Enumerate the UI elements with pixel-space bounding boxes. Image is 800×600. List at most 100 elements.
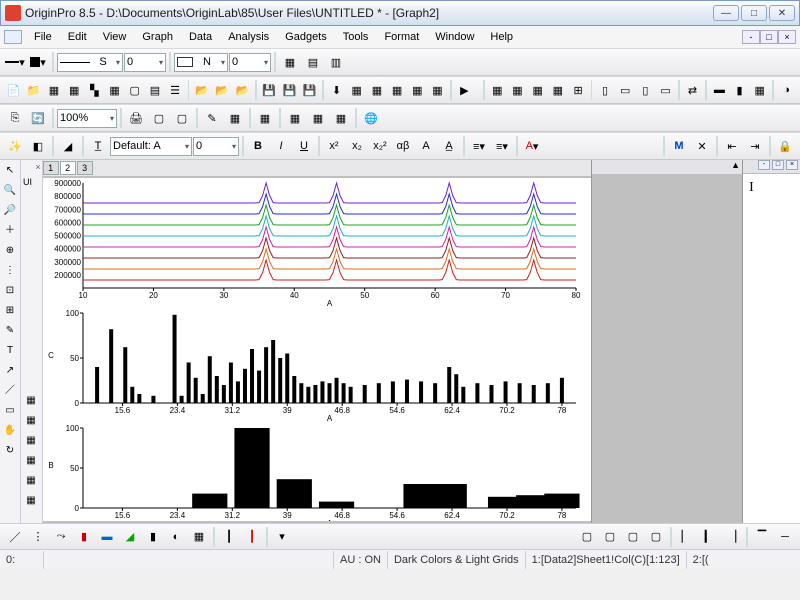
zoom-out-tool-icon[interactable]: 🔎 (1, 202, 19, 220)
theme-icon[interactable]: ✨ (4, 135, 26, 157)
pointer-tool-icon[interactable]: ↖ (1, 162, 19, 180)
refresh-icon[interactable]: 🔄 (27, 107, 49, 129)
stock2-icon[interactable]: ┃ (241, 526, 263, 548)
new-function-icon[interactable]: ☰ (166, 79, 185, 101)
antialias-icon[interactable]: ◢ (57, 135, 79, 157)
mask-icon[interactable]: M (668, 135, 690, 157)
align-right2-icon[interactable]: ▕ (721, 526, 743, 548)
add-right-icon[interactable]: ▮ (730, 79, 749, 101)
new-project-icon[interactable]: 📄 (4, 79, 23, 101)
underline-icon[interactable]: U (293, 135, 315, 157)
import-wizard-icon[interactable]: ⬇ (327, 79, 346, 101)
new-graph-icon[interactable]: ▚ (85, 79, 104, 101)
template5-icon[interactable]: ▦ (22, 472, 40, 490)
rect-tool-icon[interactable]: ▭ (1, 402, 19, 420)
menu-file[interactable]: File (26, 29, 60, 45)
pie-plot-icon[interactable]: ◐ (165, 526, 187, 548)
layer-tab-3[interactable]: 3 (77, 161, 93, 175)
3d-plot-icon[interactable]: ▦ (188, 526, 210, 548)
line-width-select[interactable]: 0▾ (124, 53, 166, 72)
fill-color-button[interactable]: ▾ (27, 51, 49, 73)
fill-pattern-select[interactable]: N▾ (174, 53, 228, 72)
mdi-close-button[interactable]: × (778, 30, 796, 44)
align-t-icon[interactable]: ▔ (751, 526, 773, 548)
template6-icon[interactable]: ▦ (22, 492, 40, 510)
data-selector-icon[interactable]: ⋮ (1, 262, 19, 280)
import-single-icon[interactable]: ▦ (347, 79, 366, 101)
border-width-select[interactable]: 0▾ (229, 53, 271, 72)
obj-ungroup-icon[interactable]: ▢ (645, 526, 667, 548)
reimport-icon[interactable]: ▦ (408, 79, 427, 101)
open-template-icon[interactable]: 📂 (213, 79, 232, 101)
obj-front-icon[interactable]: ▢ (576, 526, 598, 548)
add-layer2-icon[interactable]: ▦ (528, 79, 547, 101)
align-m-icon[interactable]: ─ (774, 526, 796, 548)
commandwin-icon[interactable]: ▦ (330, 107, 352, 129)
menu-format[interactable]: Format (376, 29, 427, 45)
swap-icon[interactable]: ⇄ (683, 79, 702, 101)
lock-icon[interactable]: 🔒 (774, 135, 796, 157)
bar-plot-icon[interactable]: ▬ (96, 526, 118, 548)
bold-icon[interactable]: B (247, 135, 269, 157)
layer-tab-1[interactable]: 1 (43, 161, 59, 175)
slideshow-icon[interactable]: ▢ (148, 107, 170, 129)
menu-data[interactable]: Data (181, 29, 220, 45)
layer-manager-icon[interactable]: ◑ (777, 79, 796, 101)
scroll-up-icon[interactable]: ▲ (592, 160, 742, 174)
digitize-icon[interactable]: ▦ (428, 79, 447, 101)
notes-max-icon[interactable]: □ (772, 160, 784, 170)
code-builder-icon[interactable]: ▦ (224, 107, 246, 129)
menu-gadgets[interactable]: Gadgets (277, 29, 335, 45)
line-color-button[interactable]: ▾ (4, 51, 26, 73)
line-tool-icon[interactable]: ／ (1, 382, 19, 400)
menu-view[interactable]: View (95, 29, 135, 45)
close-button[interactable]: ✕ (769, 5, 795, 21)
save-window-icon[interactable]: 💾 (300, 79, 319, 101)
template2-icon[interactable]: ▦ (22, 412, 40, 430)
align-top-icon[interactable]: ≡▾ (491, 135, 513, 157)
region-data-icon[interactable]: ⊞ (1, 302, 19, 320)
obj-back-icon[interactable]: ▢ (599, 526, 621, 548)
add-layer1-icon[interactable]: ▦ (508, 79, 527, 101)
template3-icon[interactable]: ▦ (22, 432, 40, 450)
save-template-icon[interactable]: 💾 (280, 79, 299, 101)
menu-graph[interactable]: Graph (134, 29, 181, 45)
mdi-restore-button[interactable]: □ (760, 30, 778, 44)
new-workbook-icon[interactable]: ▦ (44, 79, 63, 101)
font-dec-icon[interactable]: A̲ (438, 135, 460, 157)
save-icon[interactable]: 💾 (260, 79, 279, 101)
area-plot-icon[interactable]: ◢ (119, 526, 141, 548)
menu-help[interactable]: Help (482, 29, 521, 45)
layer-tab-2[interactable]: 2 (60, 161, 76, 175)
screen-reader-icon[interactable]: ＋ (1, 222, 19, 240)
text-tool-icon[interactable]: T̲ (87, 135, 109, 157)
results-log-icon[interactable]: ▦ (284, 107, 306, 129)
system-menu-icon[interactable] (4, 30, 22, 44)
layer-align3-icon[interactable]: ▯ (636, 79, 655, 101)
new-layout-icon[interactable]: ▢ (125, 79, 144, 101)
slideshow2-icon[interactable]: ▢ (171, 107, 193, 129)
labtalk-icon[interactable]: ▦ (254, 107, 276, 129)
superscript-icon[interactable]: x² (323, 135, 345, 157)
subscript-icon[interactable]: x₂ (346, 135, 368, 157)
greek-icon[interactable]: αβ (392, 135, 414, 157)
new-matrix-icon[interactable]: ▦ (105, 79, 124, 101)
layer-align2-icon[interactable]: ▭ (616, 79, 635, 101)
3d-icon[interactable]: ◧ (27, 135, 49, 157)
notes-close-icon[interactable]: × (786, 160, 798, 170)
layer-align1-icon[interactable]: ▯ (595, 79, 614, 101)
template-menu-icon[interactable]: ▾ (271, 526, 293, 548)
zoom-select[interactable]: 100%▾ (57, 109, 117, 128)
script-icon[interactable]: ✎ (201, 107, 223, 129)
template1-icon[interactable]: ▦ (22, 392, 40, 410)
move-left-icon[interactable]: ⇤ (721, 135, 743, 157)
line-plot-icon[interactable]: ／ (4, 526, 26, 548)
stock1-icon[interactable]: ┃ (218, 526, 240, 548)
linescatter-icon[interactable]: ⤳ (50, 526, 72, 548)
add-inset-icon[interactable]: ▦ (750, 79, 769, 101)
align-left2-icon[interactable]: ▏ (675, 526, 697, 548)
move-right-icon[interactable]: ⇥ (744, 135, 766, 157)
duplicate-icon[interactable]: ⎘ (4, 107, 26, 129)
add-top-icon[interactable]: ▬ (710, 79, 729, 101)
arrow-tool-icon[interactable]: ↗ (1, 362, 19, 380)
